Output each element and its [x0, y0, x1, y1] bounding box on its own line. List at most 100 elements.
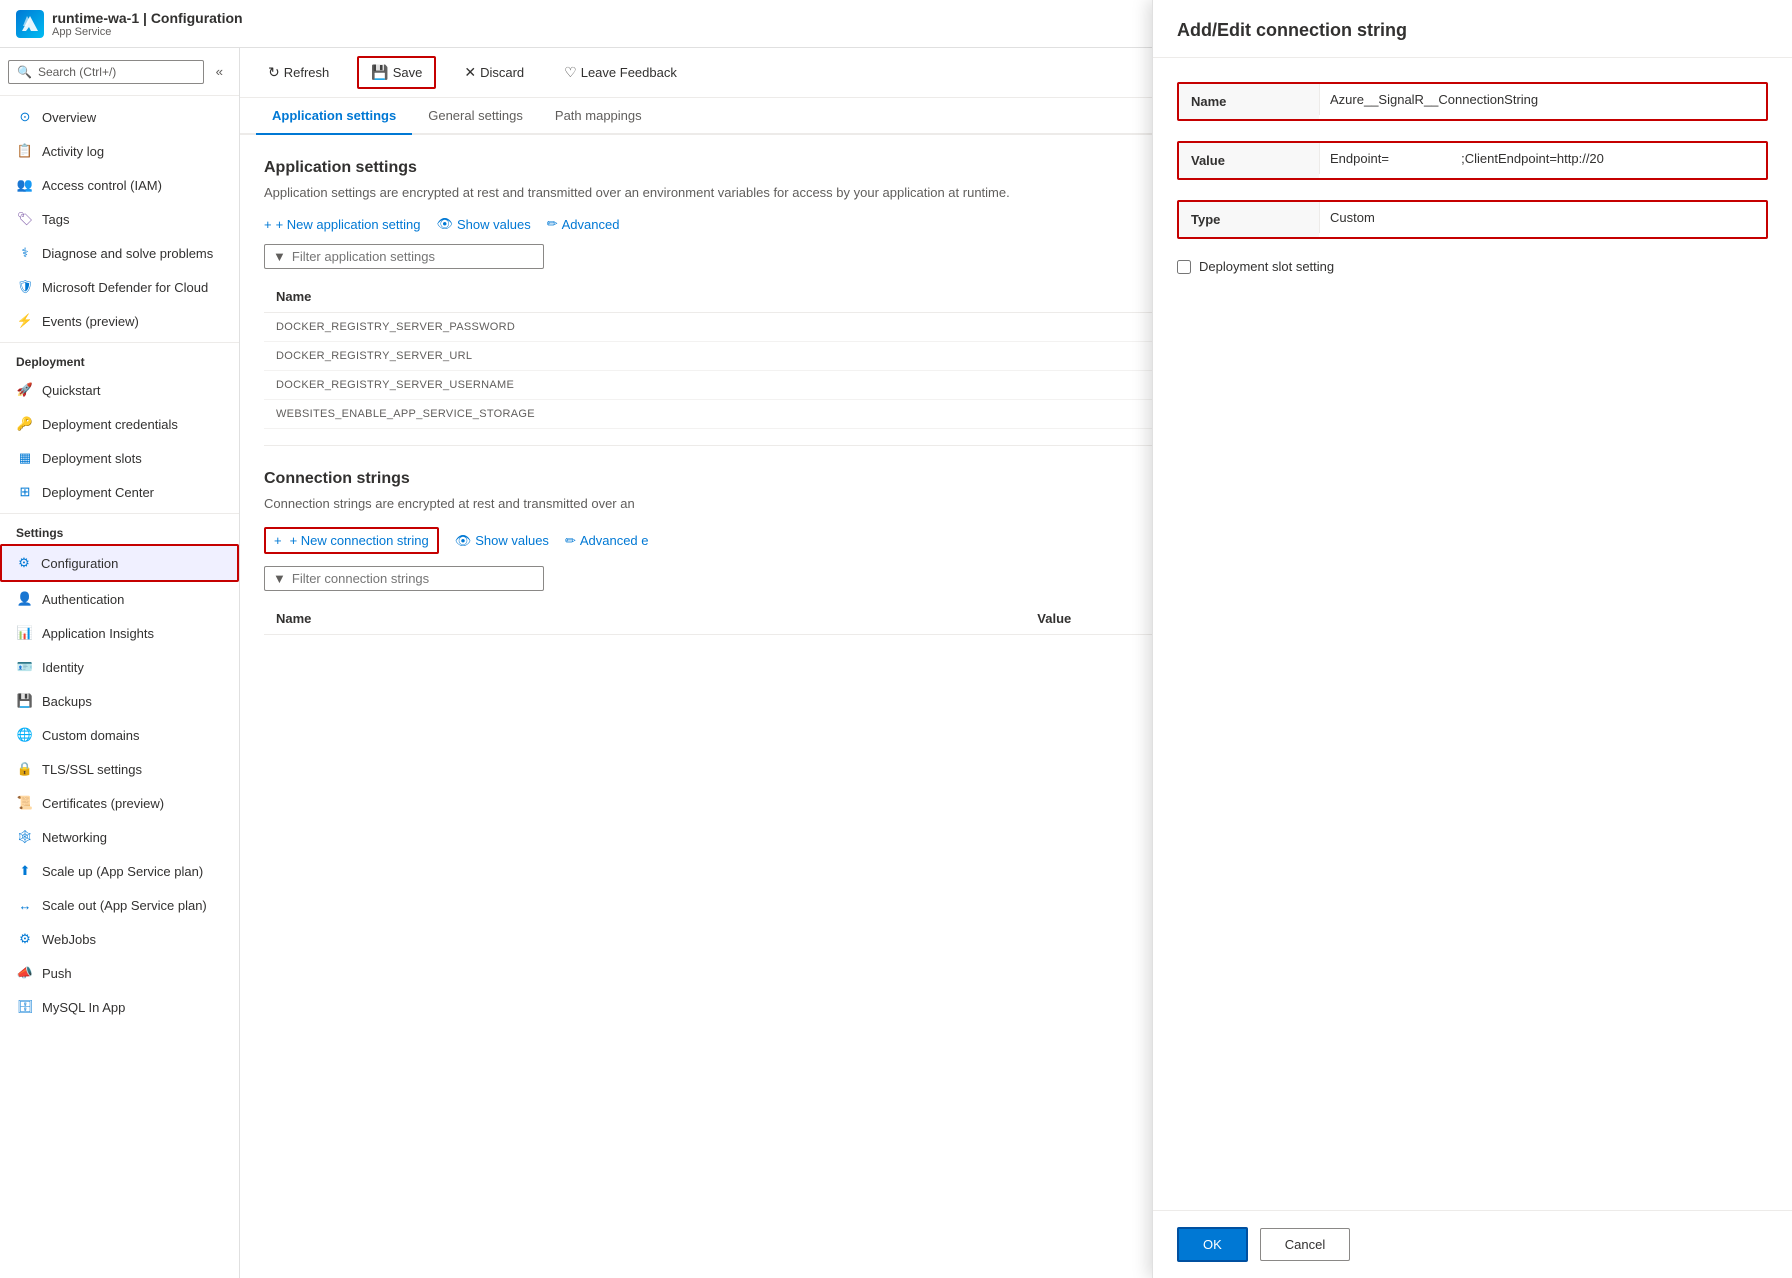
sidebar-item-mysql[interactable]: 🗄 MySQL In App [0, 990, 239, 1024]
form-row-value: Value [1177, 141, 1768, 180]
edit-icon-conn: ✏ [565, 533, 576, 549]
save-button[interactable]: 💾 Save [357, 56, 436, 89]
advanced-conn-button[interactable]: ✏ Advanced e [565, 533, 649, 549]
scale-up-icon: ⬆ [16, 862, 34, 880]
settings-section-header: Settings [0, 513, 239, 544]
search-placeholder: Search (Ctrl+/) [38, 65, 116, 79]
domain-icon: 🌐 [16, 726, 34, 744]
sidebar-label-tags: Tags [42, 212, 69, 227]
sidebar-item-app-insights[interactable]: 📊 Application Insights [0, 616, 239, 650]
sidebar-item-access-control[interactable]: 👥 Access control (IAM) [0, 168, 239, 202]
main-layout: 🔍 Search (Ctrl+/) « ⊙ Overview 📋 Activit… [0, 48, 1792, 1278]
advanced-conn-label: Advanced e [580, 533, 649, 548]
sidebar-item-activity-log[interactable]: 📋 Activity log [0, 134, 239, 168]
scale-out-icon: ↔ [16, 896, 34, 914]
feedback-icon: ♡ [564, 64, 577, 81]
sidebar-label-backups: Backups [42, 694, 92, 709]
search-input[interactable]: 🔍 Search (Ctrl+/) [8, 60, 204, 84]
collapse-sidebar-button[interactable]: « [208, 56, 231, 87]
sidebar-item-diagnose[interactable]: ⚕ Diagnose and solve problems [0, 236, 239, 270]
tab-app-settings[interactable]: Application settings [256, 98, 412, 135]
ok-label: OK [1203, 1237, 1222, 1252]
show-conn-values-button[interactable]: 👁 Show values [455, 533, 549, 549]
new-app-setting-button[interactable]: + + New application setting [264, 217, 421, 232]
show-conn-values-label: Show values [475, 533, 549, 548]
people-icon: 👥 [16, 176, 34, 194]
filter-connection-strings-input[interactable] [292, 571, 535, 586]
new-connection-string-button[interactable]: + + New connection string [264, 527, 439, 554]
tab-path-mappings[interactable]: Path mappings [539, 98, 658, 135]
sidebar-label-activity-log: Activity log [42, 144, 104, 159]
sidebar-item-quickstart[interactable]: 🚀 Quickstart [0, 373, 239, 407]
sidebar-item-deploy-slots[interactable]: ▦ Deployment slots [0, 441, 239, 475]
sidebar-item-custom-domains[interactable]: 🌐 Custom domains [0, 718, 239, 752]
leave-feedback-button[interactable]: ♡ Leave Feedback [552, 58, 689, 87]
name-input[interactable] [1319, 84, 1766, 115]
sidebar-label-webjobs: WebJobs [42, 932, 96, 947]
home-icon: ⊙ [16, 108, 34, 126]
sidebar-item-configuration[interactable]: ⚙ Configuration [0, 544, 239, 582]
sidebar-label-authentication: Authentication [42, 592, 124, 607]
sidebar-item-deploy-center[interactable]: ⊞ Deployment Center [0, 475, 239, 509]
sidebar-item-authentication[interactable]: 👤 Authentication [0, 582, 239, 616]
shield-icon: 🛡 [16, 278, 34, 296]
discard-button[interactable]: ✕ Discard [452, 58, 536, 87]
value-input[interactable] [1319, 143, 1766, 174]
sidebar-item-deploy-credentials[interactable]: 🔑 Deployment credentials [0, 407, 239, 441]
cancel-button[interactable]: Cancel [1260, 1228, 1350, 1261]
deployment-slot-label: Deployment slot setting [1199, 259, 1334, 274]
sidebar-label-deploy-center: Deployment Center [42, 485, 154, 500]
sidebar-item-networking[interactable]: 🕸 Networking [0, 820, 239, 854]
add-edit-panel: Add/Edit connection string Name Value Ty… [1152, 48, 1792, 1278]
filter-app-settings-input[interactable] [292, 249, 535, 264]
sidebar-label-configuration: Configuration [41, 556, 118, 571]
sidebar-label-diagnose: Diagnose and solve problems [42, 246, 213, 261]
rocket-icon: 🚀 [16, 381, 34, 399]
type-select[interactable]: Custom SQLServer SQLAzure MySQL PostgreS… [1319, 202, 1766, 233]
sidebar-item-scale-out[interactable]: ↔ Scale out (App Service plan) [0, 888, 239, 922]
sidebar-item-tls-ssl[interactable]: 🔒 TLS/SSL settings [0, 752, 239, 786]
sidebar-label-scale-out: Scale out (App Service plan) [42, 898, 207, 913]
tab-app-settings-label: Application settings [272, 108, 396, 123]
col-conn-name-header: Name [264, 603, 1025, 635]
sidebar-item-overview[interactable]: ⊙ Overview [0, 100, 239, 134]
sidebar-label-scale-up: Scale up (App Service plan) [42, 864, 203, 879]
show-values-button[interactable]: 👁 Show values [437, 216, 531, 232]
sidebar-item-backups[interactable]: 💾 Backups [0, 684, 239, 718]
sidebar-label-push: Push [42, 966, 72, 981]
sidebar-label-custom-domains: Custom domains [42, 728, 140, 743]
sidebar-item-events[interactable]: ⚡ Events (preview) [0, 304, 239, 338]
sidebar-label-app-insights: Application Insights [42, 626, 154, 641]
webjobs-icon: ⚙ [16, 930, 34, 948]
network-icon: 🕸 [16, 828, 34, 846]
sidebar-item-webjobs[interactable]: ⚙ WebJobs [0, 922, 239, 956]
sidebar-item-certificates[interactable]: 📜 Certificates (preview) [0, 786, 239, 820]
refresh-icon: ↻ [268, 64, 280, 81]
key-icon: 🔑 [16, 415, 34, 433]
new-app-setting-label: + New application setting [276, 217, 421, 232]
sidebar-label-defender: Microsoft Defender for Cloud [42, 280, 208, 295]
sidebar-label-deploy-credentials: Deployment credentials [42, 417, 178, 432]
app-subtitle: App Service [52, 26, 243, 38]
sidebar-item-push[interactable]: 📣 Push [0, 956, 239, 990]
sidebar-item-defender[interactable]: 🛡 Microsoft Defender for Cloud [0, 270, 239, 304]
panel-footer: OK Cancel [1153, 1210, 1792, 1278]
deployment-slot-checkbox[interactable] [1177, 260, 1191, 274]
show-values-label: Show values [457, 217, 531, 232]
sidebar-item-scale-up[interactable]: ⬆ Scale up (App Service plan) [0, 854, 239, 888]
filter-conn-icon: ▼ [273, 571, 286, 586]
sidebar-item-tags[interactable]: 🏷 Tags [0, 202, 239, 236]
advanced-edit-button[interactable]: ✏ Advanced [547, 216, 620, 232]
ok-button[interactable]: OK [1177, 1227, 1248, 1262]
sidebar-label-certificates: Certificates (preview) [42, 796, 164, 811]
tab-general-settings[interactable]: General settings [412, 98, 539, 135]
person-key-icon: 👤 [16, 590, 34, 608]
refresh-button[interactable]: ↻ Refresh [256, 58, 341, 87]
sidebar-item-identity[interactable]: 🪪 Identity [0, 650, 239, 684]
name-label: Name [1179, 84, 1319, 119]
sidebar-label-access-control: Access control (IAM) [42, 178, 162, 193]
type-control: Custom SQLServer SQLAzure MySQL PostgreS… [1319, 202, 1766, 233]
discard-icon: ✕ [464, 64, 476, 81]
plus-icon-conn: + [274, 533, 282, 548]
eye-icon-conn: 👁 [455, 533, 472, 549]
